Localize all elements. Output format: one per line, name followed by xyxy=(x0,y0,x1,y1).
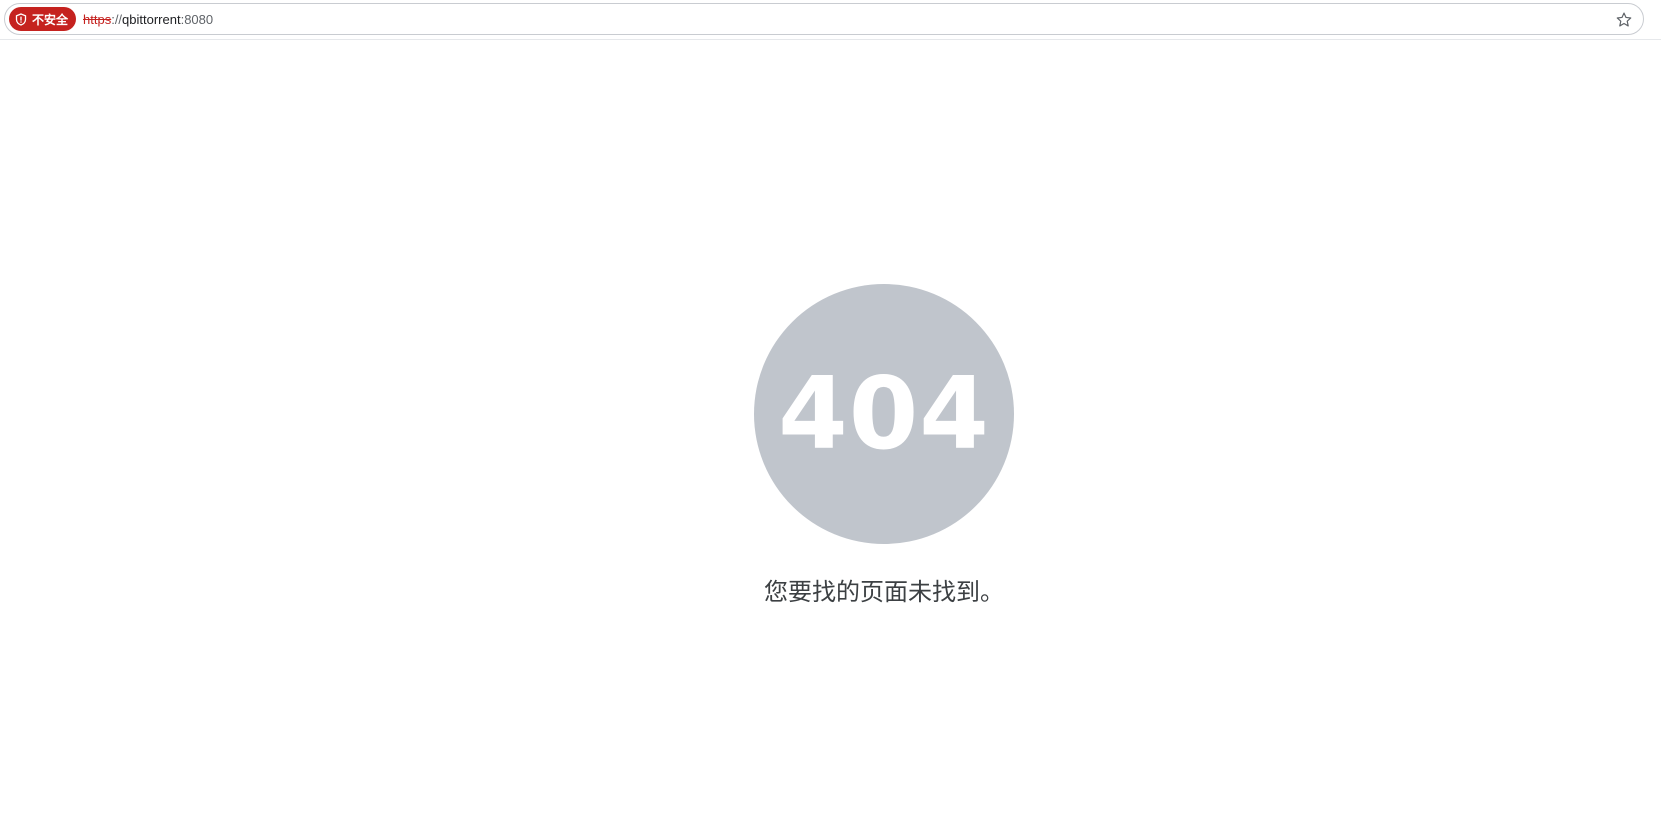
shield-warning-icon xyxy=(15,12,27,26)
security-indicator-button[interactable]: 不安全 xyxy=(9,7,77,31)
error-message: 您要找的页面未找到。 xyxy=(764,579,1004,606)
url-host: qbittorrent xyxy=(122,11,181,27)
star-icon xyxy=(1616,12,1632,27)
page-content: 404 您要找的页面未找到。 xyxy=(0,40,1661,825)
browser-toolbar: 不安全 https://qbittorrent:8080 xyxy=(0,0,1661,40)
url-separator: :// xyxy=(111,11,123,27)
security-label: 不安全 xyxy=(32,12,69,27)
url-port: :8080 xyxy=(180,11,214,27)
error-circle: 404 xyxy=(754,284,1014,544)
error-code: 404 xyxy=(778,355,990,472)
address-bar[interactable]: 不安全 https://qbittorrent:8080 xyxy=(4,3,1644,35)
url-text[interactable]: https://qbittorrent:8080 xyxy=(83,12,213,27)
url-scheme: https xyxy=(83,11,112,27)
bookmark-star-button[interactable] xyxy=(1613,9,1635,31)
